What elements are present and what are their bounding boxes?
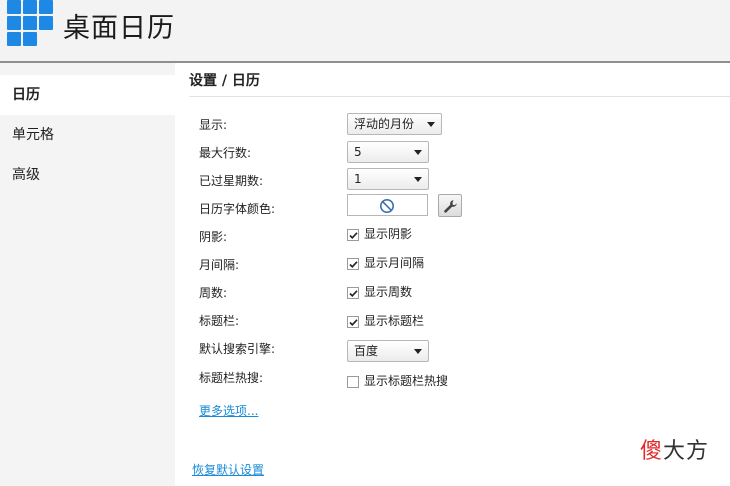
sidebar: 日历 单元格 高级	[0, 63, 175, 486]
display-select[interactable]: 浮动的月份	[347, 113, 442, 135]
title-hot-checkbox[interactable]	[347, 376, 359, 388]
month-gap-label: 月间隔:	[199, 258, 240, 272]
more-options-link[interactable]: 更多选项...	[199, 402, 258, 419]
search-engine-label: 默认搜索引擎:	[199, 342, 276, 356]
watermark-first-char: 傻	[640, 439, 664, 464]
font-color-label: 日历字体颜色:	[199, 202, 276, 216]
font-color-settings-button[interactable]	[438, 194, 462, 217]
display-select-value: 浮动的月份	[354, 117, 415, 131]
month-gap-checkbox[interactable]	[347, 258, 359, 270]
watermark-logo: 傻大方	[640, 433, 709, 465]
title-divider	[189, 96, 730, 97]
past-weeks-label: 已过星期数:	[199, 174, 264, 188]
no-color-icon	[380, 199, 394, 213]
checkmark-icon	[349, 290, 358, 297]
week-num-label: 周数:	[199, 286, 228, 300]
week-num-checkbox-label[interactable]: 显示周数	[364, 282, 412, 302]
shadow-checkbox-label[interactable]: 显示阴影	[364, 224, 412, 244]
title-bar-checkbox-label[interactable]: 显示标题栏	[364, 311, 424, 331]
shadow-label: 阴影:	[199, 230, 228, 244]
past-weeks-select-value: 1	[354, 172, 362, 186]
chevron-down-icon	[427, 122, 435, 127]
app-title: 桌面日历	[63, 13, 175, 44]
shadow-checkbox[interactable]	[347, 229, 359, 241]
checkmark-icon	[349, 261, 358, 268]
app-logo-icon	[7, 0, 54, 47]
watermark-rest: 大方	[663, 439, 710, 464]
week-num-checkbox[interactable]	[347, 287, 359, 299]
checkmark-icon	[349, 319, 358, 326]
sidebar-item-cells[interactable]: 单元格	[0, 115, 175, 155]
max-rows-select-value: 5	[354, 145, 362, 159]
title-hot-checkbox-label[interactable]: 显示标题栏热搜	[364, 371, 448, 391]
max-rows-label: 最大行数:	[199, 146, 252, 160]
chevron-down-icon	[414, 349, 422, 354]
page-title: 设置 / 日历	[189, 73, 260, 89]
app-header: 桌面日历	[0, 0, 730, 63]
display-label: 显示:	[199, 118, 228, 132]
search-engine-select-value: 百度	[354, 344, 379, 358]
title-bar-checkbox[interactable]	[347, 316, 359, 328]
checkmark-icon	[349, 232, 358, 239]
title-bar-label: 标题栏:	[199, 314, 240, 328]
restore-defaults-link[interactable]: 恢复默认设置	[192, 461, 264, 478]
search-engine-select[interactable]: 百度	[347, 340, 429, 362]
wrench-icon	[444, 200, 457, 213]
past-weeks-select[interactable]: 1	[347, 168, 429, 190]
font-color-picker[interactable]	[347, 194, 428, 216]
sidebar-item-calendar[interactable]: 日历	[0, 75, 175, 115]
max-rows-select[interactable]: 5	[347, 141, 429, 163]
month-gap-checkbox-label[interactable]: 显示月间隔	[364, 253, 424, 273]
chevron-down-icon	[414, 150, 422, 155]
chevron-down-icon	[414, 177, 422, 182]
sidebar-item-advanced[interactable]: 高级	[0, 155, 175, 195]
title-hot-label: 标题栏热搜:	[199, 371, 264, 385]
